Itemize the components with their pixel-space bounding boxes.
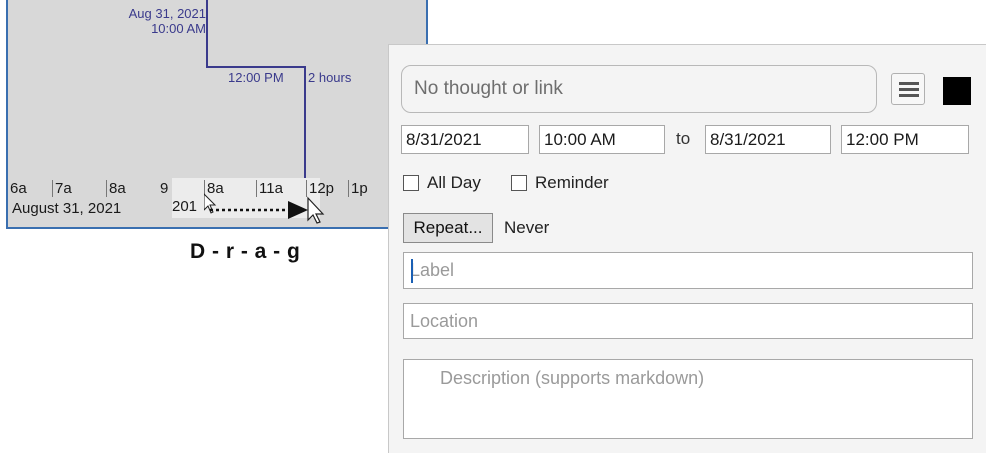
to-label: to — [676, 129, 691, 148]
reminder-checkbox[interactable] — [511, 175, 527, 191]
event-duration: 2 hours — [308, 70, 352, 85]
event-connector-line — [206, 66, 306, 68]
hamburger-icon — [899, 82, 919, 97]
repeat-button[interactable]: Repeat... — [403, 213, 493, 243]
event-start-time: 10:00 AM — [151, 21, 206, 36]
timeline-panel[interactable]: Aug 31, 2021 10:00 AM 12:00 PM 2 hours 6… — [6, 0, 428, 229]
repeat-value: Never — [504, 218, 550, 237]
text-caret — [411, 259, 413, 283]
end-time-field[interactable]: 12:00 PM — [841, 125, 969, 154]
reminder-label[interactable]: Reminder — [535, 173, 609, 193]
event-start-label: Aug 31, 2021 10:00 AM — [98, 6, 206, 36]
location-field[interactable]: Location — [403, 303, 973, 339]
thought-link-field[interactable]: No thought or link — [401, 65, 877, 113]
label-field[interactable]: Label — [403, 252, 973, 289]
all-day-label[interactable]: All Day — [427, 173, 481, 193]
event-start-date: Aug 31, 2021 — [128, 6, 206, 21]
menu-button[interactable] — [891, 73, 925, 105]
event-start-line — [206, 0, 208, 68]
color-swatch-button[interactable] — [943, 77, 971, 105]
year-fragment: 201 — [172, 198, 198, 215]
all-day-checkbox[interactable] — [403, 175, 419, 191]
hour-label: 7a — [52, 180, 72, 197]
hour-label: 9 — [160, 180, 169, 197]
event-editor: No thought or link 8/31/2021 10:00 AM to… — [388, 44, 986, 453]
event-end-time: 12:00 PM — [228, 70, 284, 85]
start-date-field[interactable]: 8/31/2021 — [401, 125, 529, 154]
drag-hint-label: D - r - a - g — [190, 240, 301, 263]
drag-arrow-icon — [204, 193, 325, 224]
end-date-field[interactable]: 8/31/2021 — [705, 125, 831, 154]
day-label: August 31, 2021 — [12, 200, 122, 217]
hour-label: 6a — [10, 180, 27, 197]
hour-label: 8a — [106, 180, 126, 197]
description-field[interactable]: Description (supports markdown) — [403, 359, 973, 439]
hour-label: 1p — [348, 180, 368, 197]
label-placeholder: Label — [410, 260, 455, 280]
start-time-field[interactable]: 10:00 AM — [539, 125, 665, 154]
